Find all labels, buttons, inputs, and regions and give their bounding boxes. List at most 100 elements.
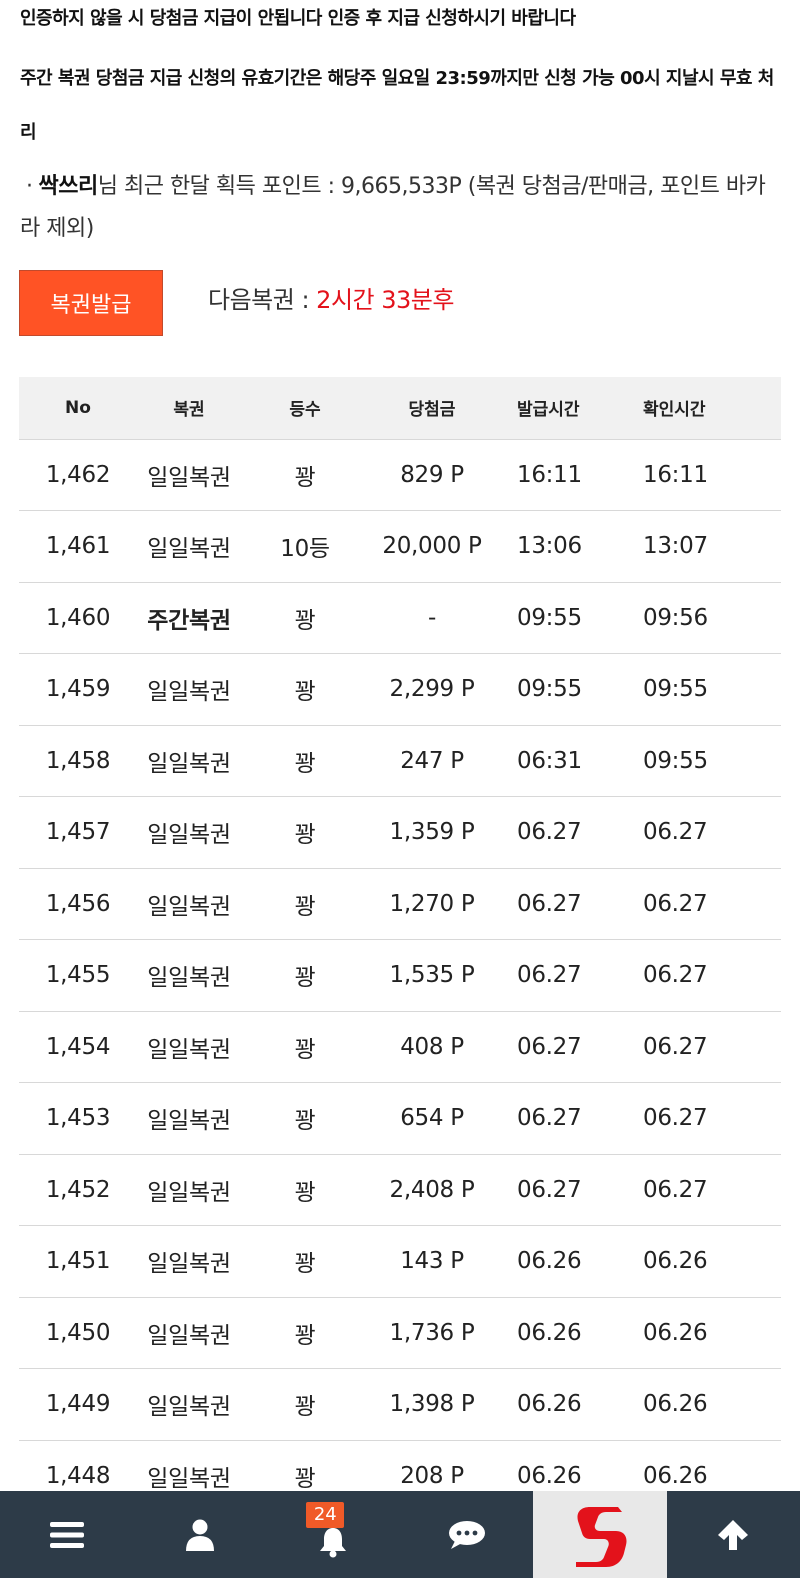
cell-issued-time: 06.27	[517, 1176, 582, 1203]
table-row[interactable]: 1,452 일일복권 꽝 2,408 P 06.27 06.27	[19, 1154, 781, 1226]
cell-checked-time: 06.27	[643, 819, 708, 846]
cell-ticket-type: 일일복권	[147, 750, 231, 777]
table-row[interactable]: 1,453 일일복권 꽝 654 P 06.27 06.27	[19, 1083, 781, 1154]
cell-checked-time: 13:07	[643, 533, 708, 560]
scroll-top-button[interactable]	[667, 1491, 800, 1578]
cell-ticket-type: 일일복권	[147, 822, 231, 849]
bell-icon	[320, 1527, 347, 1557]
table-row[interactable]: 1,455 일일복권 꽝 1,535 P 06.27 06.27	[19, 940, 781, 1011]
next-ticket-countdown: 다음복권 : 2시간 33분후	[208, 280, 454, 315]
cell-issued-time: 06.27	[517, 1105, 582, 1132]
cell-rank: 꽝	[294, 1108, 316, 1135]
cell-rank: 꽝	[294, 893, 316, 920]
cell-checked-time: 09:55	[643, 676, 708, 703]
cell-issued-time: 06.27	[517, 962, 582, 989]
table-header-row: No 복권 등수 당첨금 발급시간 확인시간	[19, 377, 781, 439]
table-row[interactable]: 1,450 일일복권 꽝 1,736 P 06.26 06.26	[19, 1297, 781, 1369]
site-logo	[575, 1506, 627, 1567]
table-row[interactable]: 1,457 일일복권 꽝 1,359 P 06.27 06.27	[19, 797, 781, 868]
table-row[interactable]: 1,454 일일복권 꽝 408 P 06.27 06.27	[19, 1011, 781, 1083]
cell-ticket-type: 일일복권	[147, 536, 231, 563]
cell-ticket-type: 일일복권	[147, 1251, 231, 1278]
cell-checked-time: 06.27	[643, 1033, 708, 1060]
header-no: No	[65, 397, 91, 418]
notifications-button[interactable]: 24	[267, 1491, 400, 1578]
next-ticket-label: 다음복권 :	[208, 286, 317, 314]
notification-count-badge: 24	[306, 1502, 345, 1528]
cell-no: 1,457	[45, 819, 111, 846]
menu-button[interactable]	[0, 1491, 133, 1578]
cell-prize: 2,408 P	[389, 1176, 475, 1203]
cell-no: 1,455	[45, 962, 111, 989]
points-text: 님 최근 한달 획득 포인트 : 9,665,533P (복권 당첨금/판매금,…	[20, 174, 766, 241]
cell-ticket-type: 일일복권	[147, 893, 231, 920]
header-checked-time: 확인시간	[643, 400, 706, 421]
cell-ticket-type: 일일복권	[147, 1108, 231, 1135]
cell-prize: 408 P	[400, 1033, 464, 1060]
cell-ticket-type: 일일복권	[147, 679, 231, 706]
cell-no: 1,462	[45, 461, 111, 488]
cell-no: 1,456	[45, 890, 111, 917]
site-logo-button[interactable]	[533, 1491, 667, 1578]
cell-issued-time: 13:06	[517, 533, 582, 560]
header-ticket: 복권	[173, 400, 205, 421]
cell-rank: 10등	[280, 536, 330, 563]
table-row[interactable]: 1,451 일일복권 꽝 143 P 06.26 06.26	[19, 1226, 781, 1297]
cell-issued-time: 06:31	[517, 747, 582, 774]
cell-checked-time: 06.26	[643, 1248, 708, 1275]
issue-ticket-button[interactable]: 복권발급	[19, 270, 163, 336]
cell-prize: 143 P	[400, 1248, 464, 1275]
chat-icon	[448, 1520, 485, 1549]
cell-rank: 꽝	[294, 750, 316, 777]
cell-prize: 829 P	[400, 461, 464, 488]
cell-no: 1,452	[45, 1176, 111, 1203]
cell-no: 1,454	[45, 1033, 111, 1060]
header-issued-time: 발급시간	[517, 400, 580, 421]
table-row[interactable]: 1,456 일일복권 꽝 1,270 P 06.27 06.27	[19, 868, 781, 940]
table-row[interactable]: 1,459 일일복권 꽝 2,299 P 09:55 09:55	[19, 654, 781, 725]
table-row[interactable]: 1,462 일일복권 꽝 829 P 16:11 16:11	[19, 439, 781, 511]
cell-rank: 꽝	[294, 1251, 316, 1278]
header-rank: 등수	[289, 400, 321, 421]
cell-ticket-type: 주간복권	[147, 607, 231, 634]
username: 싹쓰리	[38, 174, 99, 199]
user-icon	[185, 1519, 214, 1551]
cell-ticket-type: 일일복권	[147, 464, 231, 491]
cell-prize: 1,359 P	[389, 819, 475, 846]
cell-prize: 20,000 P	[382, 533, 482, 560]
table-body: 1,462 일일복권 꽝 829 P 16:11 16:11 1,461 일일복권 10등 20,…	[19, 439, 781, 1512]
cell-prize: 1,535 P	[389, 962, 475, 989]
cell-issued-time: 16:11	[517, 461, 582, 488]
chat-button[interactable]	[400, 1491, 533, 1578]
header-prize: 당첨금	[408, 400, 456, 421]
cell-prize: -	[428, 604, 436, 631]
bottom-nav-bar: 24	[0, 1491, 800, 1578]
cell-checked-time: 16:11	[643, 461, 708, 488]
cell-issued-time: 09:55	[517, 604, 582, 631]
cell-rank: 꽝	[294, 607, 316, 634]
cell-issued-time: 06.26	[517, 1248, 582, 1275]
cell-prize: 654 P	[400, 1105, 464, 1132]
cell-no: 1,453	[45, 1105, 111, 1132]
profile-button[interactable]	[133, 1491, 266, 1578]
cell-checked-time: 06.27	[643, 962, 708, 989]
table-row[interactable]: 1,449 일일복권 꽝 1,398 P 06.26 06.26	[19, 1369, 781, 1440]
table-row[interactable]: 1,458 일일복권 꽝 247 P 06:31 09:55	[19, 725, 781, 797]
bullet: ·	[26, 174, 33, 199]
cell-no: 1,451	[45, 1248, 111, 1275]
cell-rank: 꽝	[294, 679, 316, 706]
cell-ticket-type: 일일복권	[147, 1394, 231, 1421]
cell-prize: 1,270 P	[389, 890, 475, 917]
cell-prize: 247 P	[400, 747, 464, 774]
table-row[interactable]: 1,460 주간복권 꽝 - 09:55 09:56	[19, 582, 781, 654]
cell-checked-time: 06.27	[643, 1176, 708, 1203]
table-row[interactable]: 1,461 일일복권 10등 20,000 P 13:06 13:07	[19, 511, 781, 582]
cell-rank: 꽝	[294, 1394, 316, 1421]
notice-verification: 인증하지 않을 시 당첨금 지급이 안됩니다 인증 후 지급 신청하시기 바랍니…	[20, 8, 576, 29]
cell-no: 1,458	[45, 747, 111, 774]
cell-issued-time: 09:55	[517, 676, 582, 703]
cell-checked-time: 06.26	[643, 1391, 708, 1418]
cell-checked-time: 06.27	[643, 890, 708, 917]
cell-issued-time: 06.27	[517, 819, 582, 846]
monthly-points-summary: · 싹쓰리님 최근 한달 획득 포인트 : 9,665,533P (복권 당첨금/…	[20, 166, 780, 250]
